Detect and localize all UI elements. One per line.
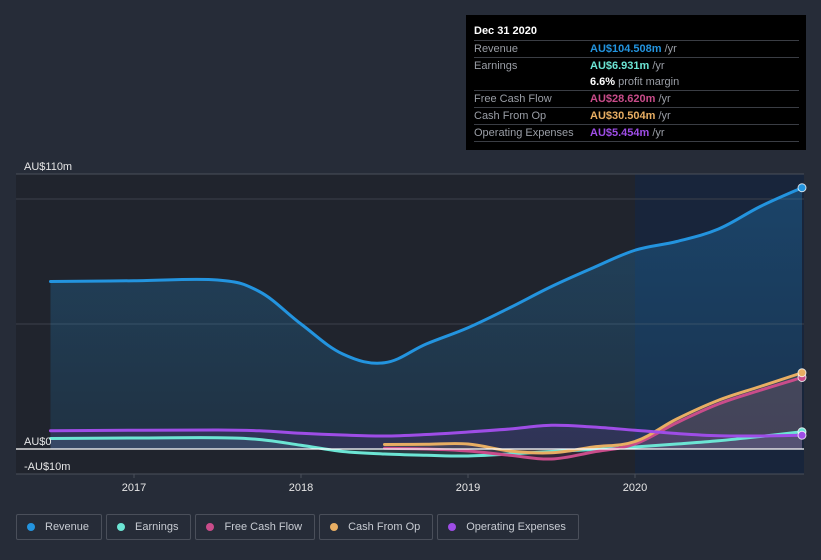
- tooltip-label: Free Cash Flow: [474, 93, 552, 105]
- tooltip-unit: profit margin: [618, 76, 680, 88]
- legend-dot-icon: [206, 523, 215, 531]
- tooltip-unit: /yr: [652, 127, 665, 139]
- tooltip-value: AU$6.931m: [590, 60, 650, 72]
- tooltip-value: AU$28.620m: [590, 93, 656, 105]
- legend-item-free-cash-flow[interactable]: Free Cash Flow: [195, 514, 316, 540]
- legend-dot-icon: [330, 523, 339, 531]
- legend-dot-icon: [27, 523, 35, 531]
- tooltip-label: Earnings: [474, 60, 518, 72]
- tooltip-row: Revenue AU$104.508m/yr: [474, 40, 799, 57]
- legend-label: Earnings: [135, 521, 179, 533]
- legend-dot-icon: [448, 523, 457, 531]
- y-tick-label: -AU$10m: [24, 461, 70, 473]
- tooltip-unit: /yr: [652, 60, 665, 72]
- tooltip-label: Revenue: [474, 43, 519, 55]
- legend-label: Cash From Op: [348, 521, 421, 533]
- legend-label: Revenue: [45, 521, 90, 533]
- legend-item-cash-from-op[interactable]: Cash From Op: [319, 514, 434, 540]
- x-tick-label: 2017: [122, 482, 146, 494]
- tooltip-label: Operating Expenses: [474, 127, 574, 139]
- legend-item-operating-expenses[interactable]: Operating Expenses: [437, 514, 579, 540]
- legend-label: Operating Expenses: [466, 521, 566, 533]
- y-tick-label: AU$0: [24, 436, 52, 448]
- tooltip-unit: /yr: [658, 110, 671, 122]
- tooltip: Dec 31 2020 Revenue AU$104.508m/yr Earning…: [466, 15, 806, 150]
- series-end-marker-revenue: [797, 183, 807, 193]
- tooltip-row: Free Cash Flow AU$28.620m/yr: [474, 90, 799, 107]
- x-tick-label: 2020: [623, 482, 647, 494]
- tooltip-unit: /yr: [664, 43, 677, 55]
- legend-label: Free Cash Flow: [224, 521, 303, 533]
- tooltip-value: AU$5.454m: [590, 127, 650, 139]
- legend-dot-icon: [117, 523, 126, 531]
- tooltip-value: 6.6%: [590, 76, 616, 88]
- tooltip-row: 6.6% profit margin: [474, 74, 799, 90]
- tooltip-value: AU$30.504m: [590, 110, 656, 122]
- x-tick-label: 2019: [456, 482, 480, 494]
- legend-item-earnings[interactable]: Earnings: [106, 514, 192, 540]
- tooltip-value: AU$104.508m: [590, 43, 662, 55]
- tooltip-row: Earnings AU$6.931m/yr: [474, 57, 799, 74]
- tooltip-row: Operating Expenses AU$5.454m/yr: [474, 124, 799, 142]
- tooltip-label: Cash From Op: [474, 110, 547, 122]
- x-tick-label: 2018: [289, 482, 313, 494]
- series-end-marker-cash-from-op: [797, 368, 807, 378]
- tooltip-date: Dec 31 2020: [474, 25, 537, 37]
- y-tick-label: AU$110m: [24, 161, 72, 173]
- legend: Revenue Earnings Free Cash Flow Cash From O…: [16, 514, 579, 540]
- tooltip-label: [474, 74, 590, 90]
- tooltip-row: Cash From Op AU$30.504m/yr: [474, 107, 799, 124]
- series-end-marker-operating-expenses: [797, 430, 807, 440]
- tooltip-unit: /yr: [658, 93, 671, 105]
- legend-item-revenue[interactable]: Revenue: [16, 514, 103, 540]
